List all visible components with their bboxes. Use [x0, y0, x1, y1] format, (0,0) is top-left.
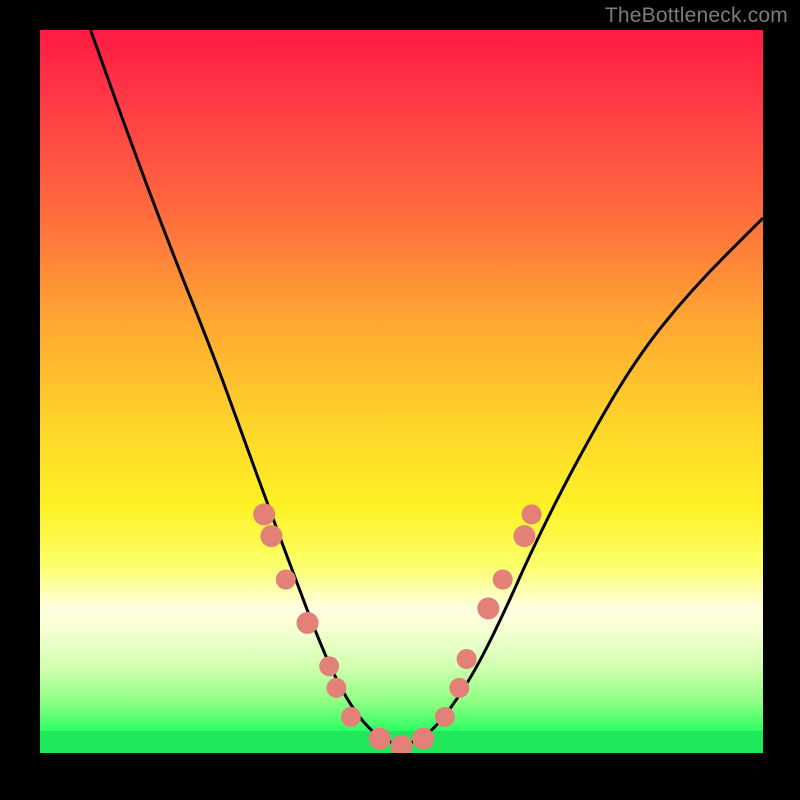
bottleneck-curve-path [91, 30, 763, 744]
curve-marker [477, 597, 499, 619]
curve-marker [513, 525, 535, 547]
chart-frame: TheBottleneck.com [0, 0, 800, 800]
plot-area [40, 30, 763, 753]
curve-marker [457, 649, 477, 669]
curve-marker [522, 504, 542, 524]
curve-marker [276, 570, 296, 590]
curve-marker [297, 612, 319, 634]
curve-marker [341, 707, 361, 727]
curve-marker [326, 678, 346, 698]
curve-marker [435, 707, 455, 727]
curve-marker [260, 525, 282, 547]
curve-markers [253, 503, 541, 753]
curve-marker [412, 728, 434, 750]
curve-marker [449, 678, 469, 698]
watermark-text: TheBottleneck.com [605, 4, 788, 28]
curve-marker [369, 728, 391, 750]
curve-marker [319, 656, 339, 676]
curve-marker [253, 503, 275, 525]
bottleneck-curve-svg [40, 30, 763, 753]
curve-marker [493, 570, 513, 590]
curve-marker [391, 735, 413, 753]
